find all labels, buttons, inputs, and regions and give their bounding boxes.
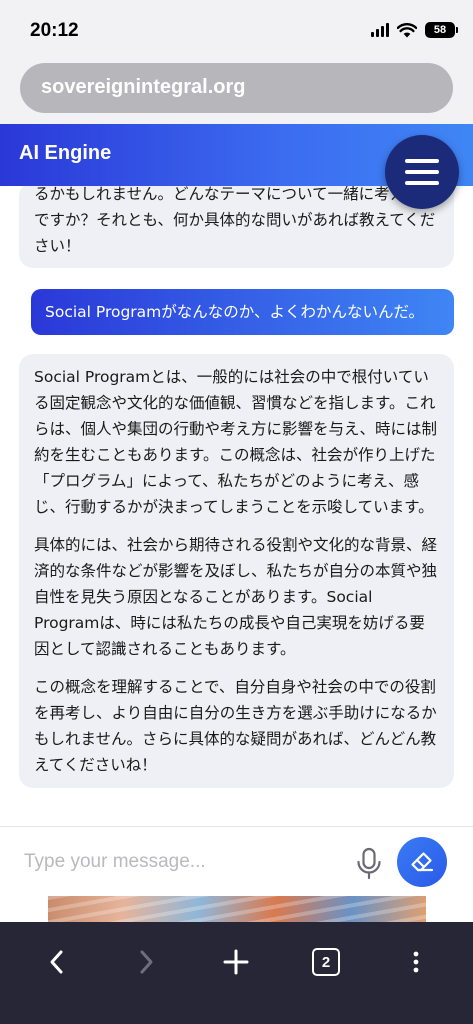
message-composer [0,826,473,896]
browser-toolbar: 2 [0,922,473,1024]
eraser-icon [411,852,434,872]
chat-messages[interactable]: るかもしれません。どんなテーマについて一緒に考えたいですか？それとも、何か具体的… [0,186,473,826]
assistant-message: Social Programとは、一般的には社会の中で根付いている固定観念や文化… [19,354,454,788]
forward-icon [140,950,153,974]
message-paragraph: Social Programとは、一般的には社会の中で根付いている固定観念や文化… [34,368,438,516]
microphone-icon[interactable] [354,847,384,881]
message-input[interactable] [14,840,344,884]
wifi-icon [397,22,417,37]
assistant-message: るかもしれません。どんなテーマについて一緒に考えたいですか？それとも、何か具体的… [19,186,454,268]
tab-switcher-icon: 2 [312,948,340,976]
user-message: Social Programがなんなのか、よくわかんないんだ。 [31,289,454,335]
cellular-signal-icon [371,23,389,37]
more-icon [413,951,419,973]
more-button[interactable] [394,940,438,984]
tab-switcher-button[interactable]: 2 [304,940,348,984]
new-tab-button[interactable] [214,940,258,984]
message-paragraph: るかもしれません。どんなテーマについて一緒に考えたいですか？それとも、何か具体的… [34,186,437,255]
page-image [48,896,426,922]
status-bar: 20:12 58 [0,0,473,60]
browser-address-area: sovereignintegral.org [0,60,473,124]
hamburger-menu-icon [405,159,439,163]
address-bar[interactable]: sovereignintegral.org [20,63,453,113]
message-paragraph: この概念を理解することで、自分自身や社会の中での役割を再考し、より自由に自分の生… [34,678,437,774]
back-button[interactable] [35,940,79,984]
back-icon [50,950,63,974]
app-title: AI Engine [19,142,112,164]
status-time: 20:12 [30,20,79,41]
status-icons: 58 [371,22,458,38]
url-text: sovereignintegral.org [41,76,246,98]
forward-button[interactable] [124,940,168,984]
hamburger-menu-button[interactable] [385,135,459,209]
clear-button[interactable] [397,837,447,887]
message-paragraph: 具体的には、社会から期待される役割や文化的な背景、経済的な条件などが影響を及ぼし… [34,536,438,658]
new-tab-icon [223,949,249,975]
battery-icon: 58 [425,22,458,38]
